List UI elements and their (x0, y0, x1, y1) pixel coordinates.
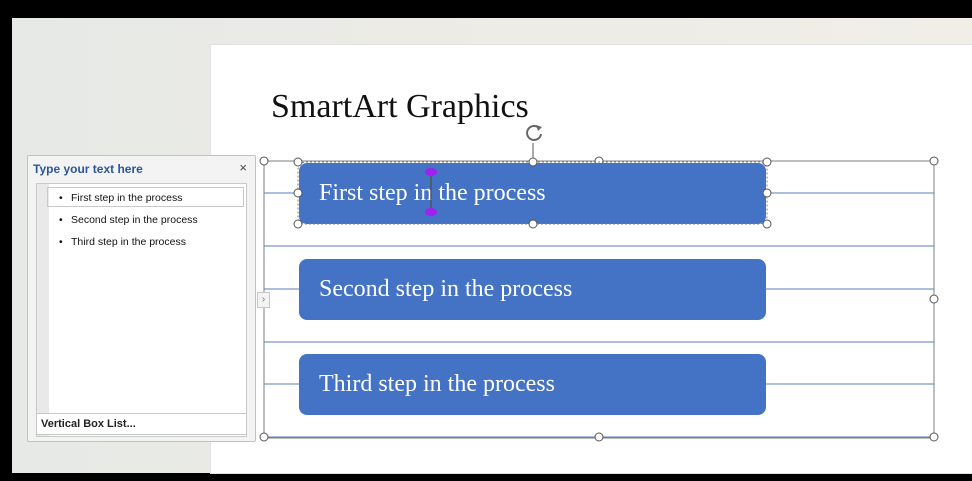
list-gutter (37, 184, 49, 436)
bullet-icon: • (59, 192, 63, 204)
text-pane-title: Type your text here (33, 162, 143, 176)
frame-resize-handle (929, 432, 939, 442)
step-label-2: Second step in the process (319, 276, 573, 302)
frame-resize-handle (259, 432, 269, 442)
step-box-1[interactable]: First step in the process (299, 163, 766, 224)
bullet-icon: • (59, 214, 63, 226)
text-pane-item[interactable]: • Second step in the process (59, 214, 198, 226)
step-label-1: First step in the process (319, 180, 546, 206)
close-icon[interactable]: × (239, 160, 247, 175)
frame-resize-handle (594, 432, 604, 442)
text-pane-list[interactable]: • First step in the process • Second step … (36, 183, 247, 437)
step-label-3: Third step in the process (319, 371, 555, 397)
rotate-icon[interactable] (523, 122, 545, 144)
text-pane-item[interactable]: • First step in the process (59, 192, 182, 204)
frame-resize-handle (259, 156, 269, 166)
smartart-text-pane[interactable]: Type your text here × • First step in the… (27, 155, 256, 442)
chevron-right-icon[interactable]: › (257, 292, 270, 308)
layout-name-label[interactable]: Vertical Box List... (36, 413, 247, 435)
frame-resize-handle (929, 156, 939, 166)
bullet-icon: • (59, 236, 63, 248)
step-box-3[interactable]: Third step in the process (299, 354, 766, 415)
slide-title[interactable]: SmartArt Graphics (271, 88, 529, 126)
frame-resize-handle (929, 294, 939, 304)
step-box-2[interactable]: Second step in the process (299, 259, 766, 320)
text-pane-item[interactable]: • Third step in the process (59, 236, 186, 248)
